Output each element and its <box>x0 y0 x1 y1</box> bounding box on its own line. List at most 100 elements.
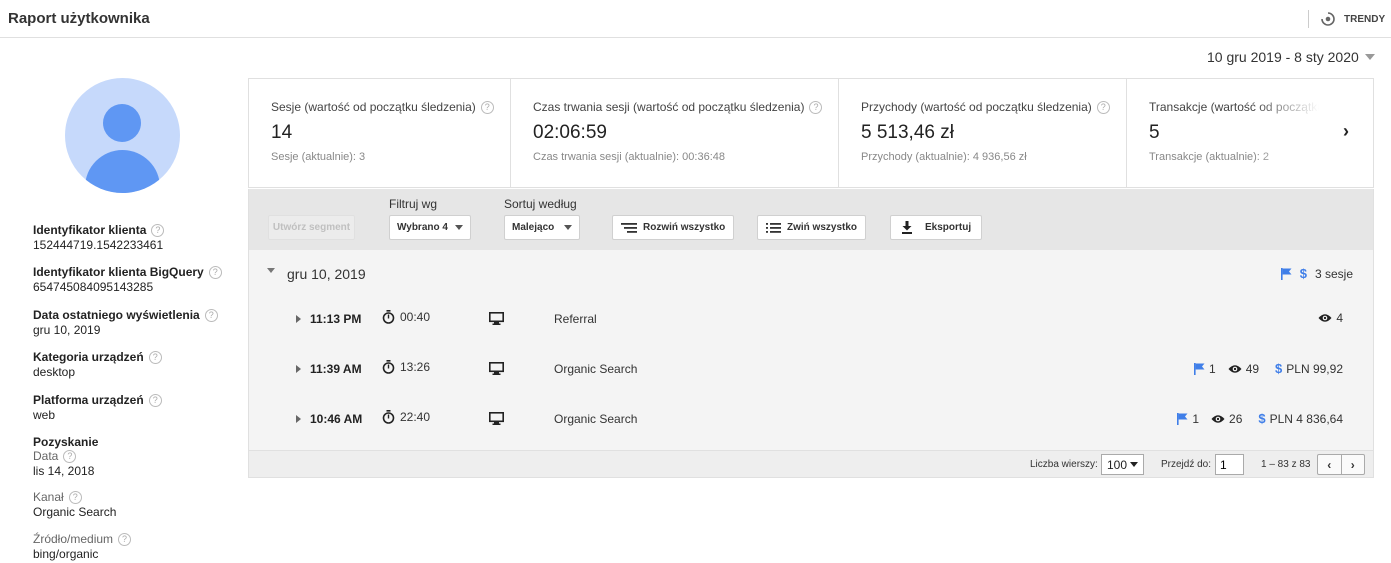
eye-icon <box>1211 414 1225 423</box>
metric-sub: Czas trwania sesji (aktualnie): 00:36:48 <box>533 151 725 163</box>
help-icon[interactable]: ? <box>151 223 165 237</box>
goto-page-input[interactable] <box>1215 454 1244 475</box>
expand-list-icon <box>621 222 637 233</box>
dollar-icon: $ <box>1258 411 1266 426</box>
create-segment-button[interactable]: Utwórz segment <box>268 215 355 240</box>
flag-icon <box>1280 267 1292 280</box>
page-nav: ‹ › <box>1317 454 1365 475</box>
channel-label: Kanał <box>33 490 64 504</box>
date-range-picker[interactable]: 10 gru 2019 - 8 sty 2020 <box>1207 49 1375 65</box>
session-time: 11:13 PM <box>310 312 362 326</box>
expand-all-label: Rozwiń wszystko <box>643 222 726 233</box>
sessions-list: gru 10, 2019 $ 3 sesje 11:13 PM 00:40 Re… <box>248 250 1374 450</box>
source-medium-value: bing/organic <box>33 547 99 561</box>
session-channel: Organic Search <box>554 362 638 376</box>
session-revenue: PLN 4 836,64 <box>1269 411 1343 426</box>
source-medium-block: Źródło/medium? bing/organic <box>33 532 132 561</box>
device-platform-value: web <box>33 408 56 422</box>
help-icon[interactable]: ? <box>63 449 77 463</box>
metric-value: 14 <box>271 122 293 143</box>
chevron-right-icon[interactable] <box>296 415 301 423</box>
metric-value: 5 <box>1149 122 1160 143</box>
session-revenue: PLN 99,92 <box>1286 361 1343 376</box>
session-channel: Referral <box>554 312 597 326</box>
metric-value: 5 513,46 zł <box>861 122 954 143</box>
session-row[interactable]: 10:46 AM 22:40 Organic Search 1 26 $ PLN… <box>249 395 1373 445</box>
sort-label: Sortuj według <box>504 197 577 211</box>
trends-button[interactable]: TRENDY <box>1320 11 1385 27</box>
client-id-value: 152444719.1542233461 <box>33 238 164 252</box>
rows-per-page-select[interactable]: 100 <box>1101 454 1144 475</box>
device-category-label: Kategoria urządzeń <box>33 350 144 364</box>
sort-select[interactable]: Malejąco <box>504 215 580 240</box>
help-icon[interactable]: ? <box>68 490 82 504</box>
toolbar: Utwórz segment Filtruj wg Wybrano 4 Sort… <box>248 189 1374 250</box>
export-button[interactable]: Eksportuj <box>890 215 983 240</box>
help-icon[interactable]: ? <box>809 100 823 114</box>
list-icon <box>766 222 781 233</box>
next-page-button[interactable]: › <box>1342 455 1365 474</box>
chevron-right-icon[interactable] <box>296 315 301 323</box>
chevron-down-icon <box>564 225 572 230</box>
trends-label: TRENDY <box>1344 13 1386 25</box>
help-icon[interactable]: ? <box>148 393 162 407</box>
help-icon[interactable]: ? <box>208 265 222 279</box>
download-icon <box>902 221 912 234</box>
filter-label: Filtruj wg <box>389 197 438 211</box>
session-row[interactable]: 11:39 AM 13:26 Organic Search 1 49 $ PLN… <box>249 345 1373 395</box>
channel-block: Kanał? Organic Search <box>33 490 116 519</box>
session-row[interactable]: 11:13 PM 00:40 Referral 4 <box>249 295 1373 345</box>
page-range: 1 – 83 z 83 <box>1261 459 1311 470</box>
session-duration: 00:40 <box>400 310 431 324</box>
collapse-all-button[interactable]: Zwiń wszystko <box>757 215 867 240</box>
client-id-label: Identyfikator klienta <box>33 223 147 237</box>
metric-sub: Transakcje (aktualnie): 2 <box>1149 151 1270 163</box>
metric-label: Sesje (wartość od początku śledzenia) <box>271 100 476 114</box>
chevron-down-icon <box>1130 462 1138 467</box>
top-bar: Raport użytkownika TRENDY <box>0 0 1391 38</box>
device-category-block: Kategoria urządzeń? desktop <box>33 350 162 379</box>
chevron-right-icon[interactable]: › <box>1343 121 1349 142</box>
day-session-count: 3 sesje <box>1314 266 1353 281</box>
dollar-icon: $ <box>1275 361 1283 376</box>
day-date: gru 10, 2019 <box>287 266 366 282</box>
session-time: 11:39 AM <box>310 362 362 376</box>
help-icon[interactable]: ? <box>204 308 218 322</box>
prev-page-button[interactable]: ‹ <box>1318 455 1342 474</box>
collapse-all-label: Zwiń wszystko <box>787 222 858 233</box>
last-seen-value: gru 10, 2019 <box>33 323 101 337</box>
day-header[interactable]: gru 10, 2019 $ 3 sesje <box>249 250 1373 298</box>
metric-sessions: Sesje (wartość od początku śledzenia)? 1… <box>249 79 511 187</box>
sort-value: Malejąco <box>512 222 555 233</box>
bigquery-id-label: Identyfikator klienta BigQuery <box>33 265 204 279</box>
channel-value: Organic Search <box>33 505 117 519</box>
help-icon[interactable]: ? <box>118 532 132 546</box>
metric-label: Czas trwania sesji (wartość od początku … <box>533 100 805 114</box>
user-icon <box>103 104 141 142</box>
metric-sub: Przychody (aktualnie): 4 936,56 zł <box>861 151 1027 163</box>
eye-icon <box>1228 364 1242 373</box>
help-icon[interactable]: ? <box>480 100 494 114</box>
bigquery-id-value: 654745084095143285 <box>33 280 154 294</box>
acquisition-date-value: lis 14, 2018 <box>33 464 95 478</box>
last-seen-label: Data ostatniego wyświetlenia <box>33 308 200 322</box>
help-icon[interactable]: ? <box>1096 100 1110 114</box>
chevron-down-icon[interactable] <box>267 268 275 273</box>
flag-icon <box>1194 362 1205 375</box>
stopwatch-icon <box>382 360 395 374</box>
session-goals: 1 <box>1192 411 1200 426</box>
stopwatch-icon <box>382 410 395 424</box>
filter-select[interactable]: Wybrano 4 <box>389 215 471 240</box>
desktop-icon <box>489 362 504 375</box>
session-channel: Organic Search <box>554 412 638 426</box>
acquisition-date-label: Data <box>33 449 59 463</box>
chevron-right-icon[interactable] <box>296 365 301 373</box>
metric-session-duration: Czas trwania sesji (wartość od początku … <box>511 79 839 187</box>
rows-label: Liczba wierszy: <box>1030 459 1098 470</box>
help-icon[interactable]: ? <box>148 350 162 364</box>
session-duration: 22:40 <box>400 410 431 424</box>
expand-all-button[interactable]: Rozwiń wszystko <box>612 215 735 240</box>
dollar-icon: $ <box>1299 266 1307 281</box>
flag-icon <box>1177 412 1188 425</box>
export-label: Eksportuj <box>925 222 972 233</box>
